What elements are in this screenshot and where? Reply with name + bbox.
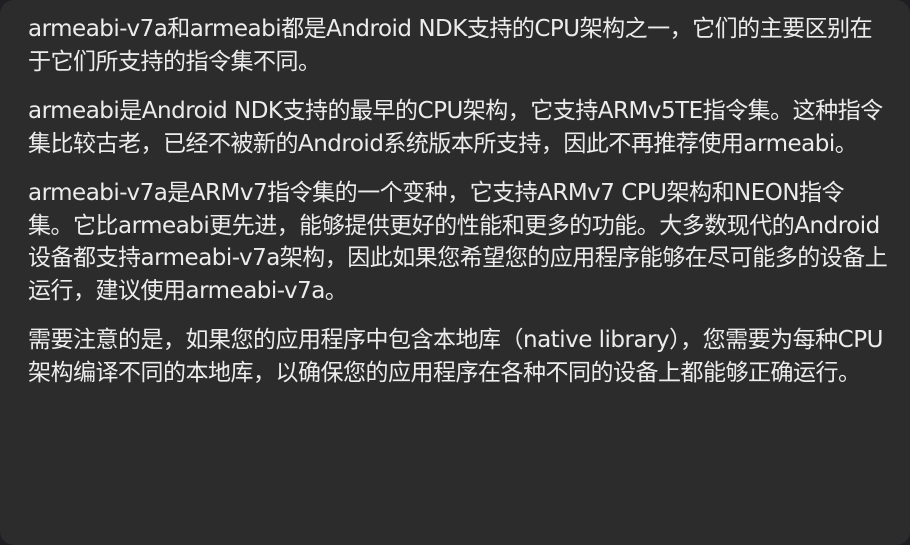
chat-message-card: armeabi-v7a和armeabi都是Android NDK支持的CPU架构…	[0, 0, 910, 545]
message-paragraph-1: armeabi-v7a和armeabi都是Android NDK支持的CPU架构…	[28, 16, 873, 75]
message-paragraph-3: armeabi-v7a是ARMv7指令集的一个变种，它支持ARMv7 CPU架构…	[28, 180, 888, 304]
message-paragraph-2: armeabi是Android NDK支持的最早的CPU架构，它支持ARMv5T…	[28, 98, 883, 157]
message-paragraph-4: 需要注意的是，如果您的应用程序中包含本地库（native library），您需…	[28, 327, 883, 386]
